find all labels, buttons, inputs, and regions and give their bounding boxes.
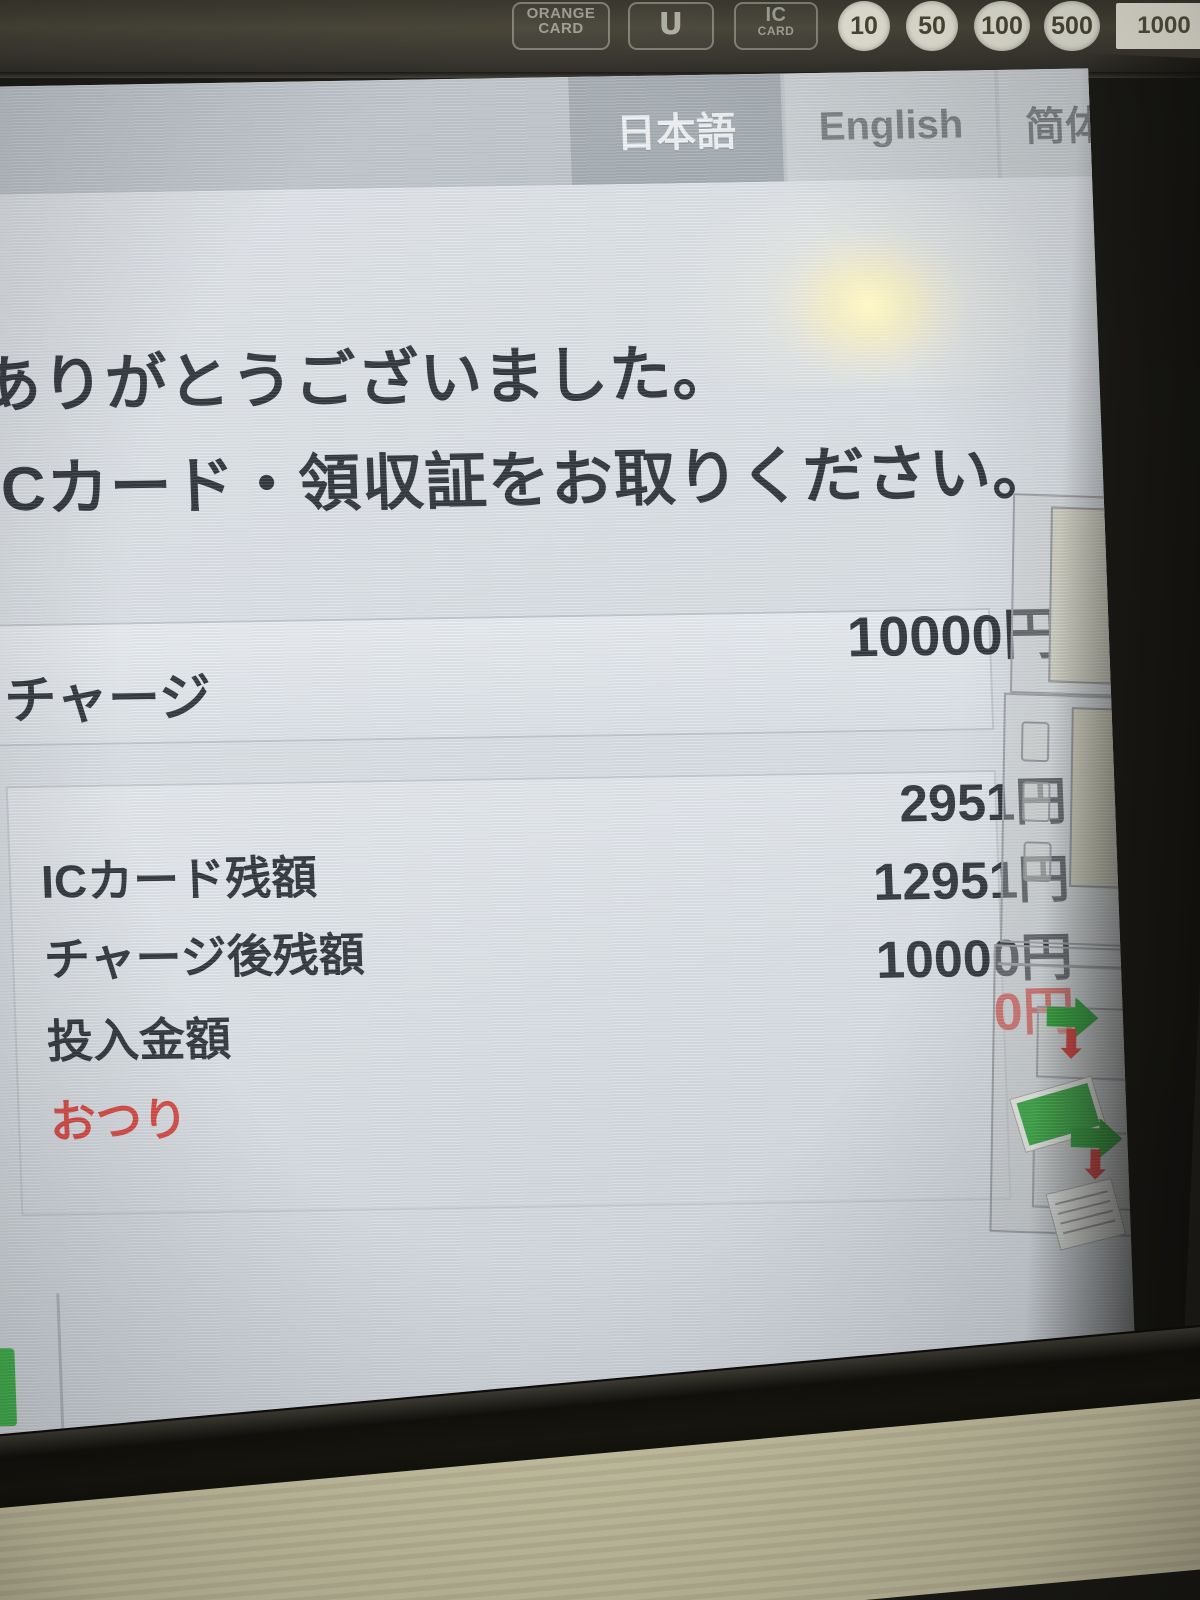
u-card-badge: U	[628, 2, 714, 50]
inserted-amount-label: 投入金額	[46, 1012, 233, 1068]
orange-card-badge-line2: CARD	[538, 20, 584, 37]
coin-50-icon: 50	[906, 1, 958, 51]
charge-label: チャージ	[3, 668, 213, 731]
ic-card-badge-line1: IC	[765, 4, 787, 26]
ic-card-badge: IC CARD	[734, 2, 818, 50]
take-card-receipt-headline: ICカード・領収証をお取りください。	[0, 437, 1057, 525]
u-card-logo-icon: U	[658, 7, 684, 42]
ic-brand-logo: IC	[0, 1348, 18, 1428]
tab-english[interactable]: English	[782, 69, 999, 182]
coin-100-icon: 100	[974, 1, 1030, 51]
change-label: おつり	[49, 1093, 189, 1148]
coin-500-icon: 500	[1044, 1, 1100, 51]
orange-card-badge-line1: ORANGE	[526, 5, 596, 22]
touchscreen-display[interactable]: 日本語 English 简体中文 ありがとうございました。 ICカード・領収証を…	[0, 68, 1139, 1468]
ic-card-badge-line2: CARD	[757, 24, 795, 38]
accepted-media-strip: ORANGE CARD U IC CARD 10 50 100 500 1000	[0, 0, 1200, 60]
post-charge-balance-label: チャージ後残額	[43, 928, 366, 986]
language-tab-bar: 日本語 English 简体中文	[0, 68, 1139, 196]
photo-frame: ORANGE CARD U IC CARD 10 50 100 500 1000…	[0, 0, 1200, 1600]
tab-japanese[interactable]: 日本語	[568, 73, 785, 185]
ic-card-balance-label: ICカード残額	[40, 851, 319, 908]
thanks-headline: ありがとうございました。	[0, 339, 737, 421]
coin-10-icon: 10	[838, 1, 890, 51]
orange-card-badge: ORANGE CARD	[512, 2, 610, 50]
note-1000-icon: 1000	[1116, 3, 1200, 49]
